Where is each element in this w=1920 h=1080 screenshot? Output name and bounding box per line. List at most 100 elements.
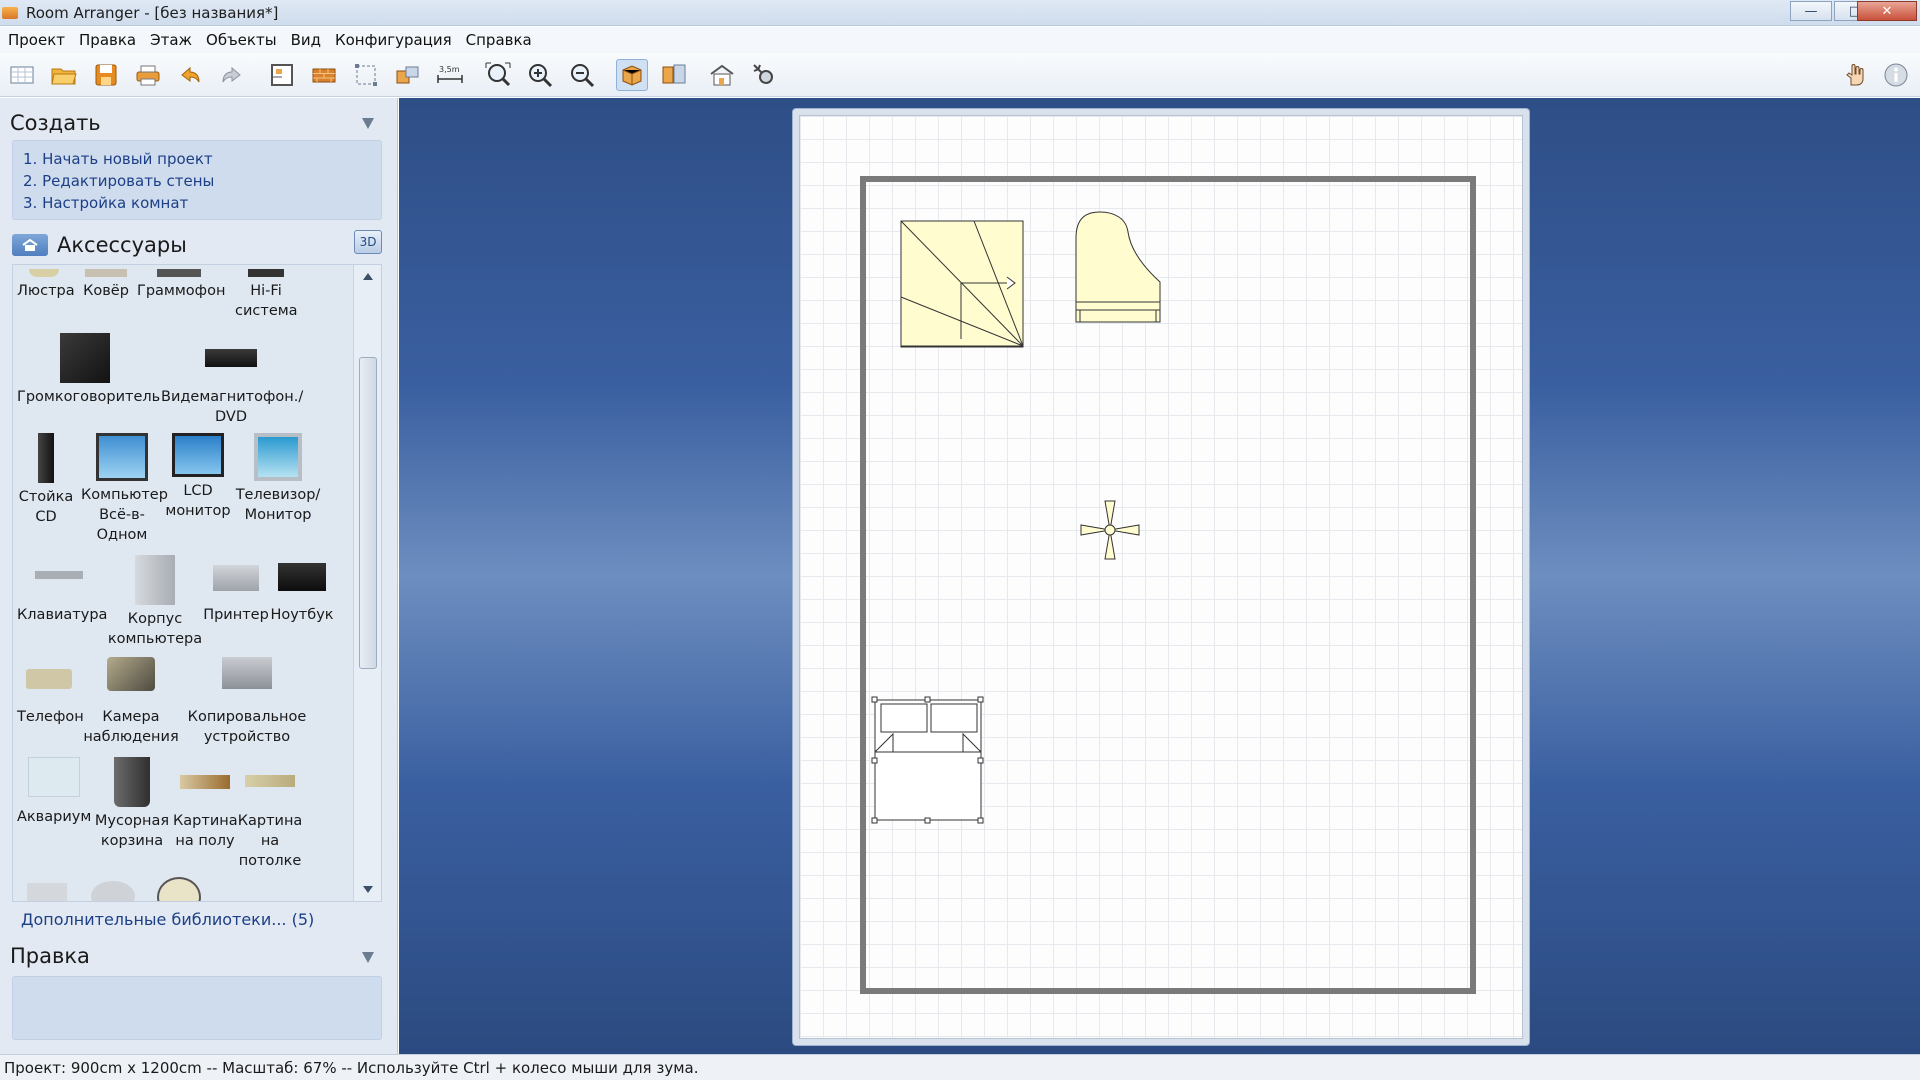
info-button[interactable] xyxy=(1880,59,1912,91)
step-edit-walls[interactable]: 2. Редактировать стены xyxy=(23,170,371,192)
item-label: Принтер xyxy=(203,607,269,623)
collapse-create-icon[interactable] xyxy=(362,118,374,129)
app-icon xyxy=(2,6,18,19)
library-item-lcd-monitor[interactable]: LCD монитор xyxy=(163,433,233,521)
library-item-copier[interactable]: Копировальное устройство xyxy=(183,657,311,747)
save-icon xyxy=(95,64,117,86)
library-item-carpet[interactable]: Ковёр xyxy=(81,269,131,301)
house-3d-button[interactable] xyxy=(706,59,738,91)
wall-icon xyxy=(312,68,336,83)
wall-button[interactable] xyxy=(308,59,340,91)
sidebar: Создать 1. Начать новый проект 2. Редакт… xyxy=(0,98,398,1054)
piano-object[interactable] xyxy=(1074,210,1162,324)
library-item-chandelier[interactable]: Люстра xyxy=(17,269,75,301)
objects-button[interactable] xyxy=(392,59,424,91)
library-item-trash-bin[interactable]: Мусорная корзина xyxy=(91,757,173,851)
library-button[interactable] xyxy=(658,59,690,91)
view-3d-button[interactable]: 3D xyxy=(354,230,382,254)
zoom-fit-icon xyxy=(485,62,511,87)
library-item-all-in-one[interactable]: Компьютер Всё-в- Одном xyxy=(81,433,168,545)
library-item-keyboard[interactable]: Клавиатура xyxy=(17,555,107,625)
copier-thumbnail xyxy=(222,657,272,689)
undo-button[interactable] xyxy=(174,59,206,91)
carpet-thumbnail xyxy=(85,269,127,277)
select-area-button[interactable] xyxy=(350,59,382,91)
house-3d-icon xyxy=(710,64,734,86)
item-label: Люстра xyxy=(17,283,75,299)
library-item-pc-case[interactable]: Корпус компьютера xyxy=(107,555,203,649)
menu-configuration[interactable]: Конфигурация xyxy=(335,31,452,49)
library-item-cd-rack[interactable]: Стойка CD xyxy=(17,433,75,527)
measure-button[interactable]: 3,5m xyxy=(434,59,466,91)
library-item-hifi[interactable]: Hi-Fi система xyxy=(235,269,298,321)
step-room-settings[interactable]: 3. Настройка комнат xyxy=(23,192,371,214)
library-item-printer[interactable]: Принтер xyxy=(203,555,269,625)
paper-sheet[interactable] xyxy=(799,115,1523,1039)
menu-floor[interactable]: Этаж xyxy=(150,31,192,49)
scroll-up-icon[interactable] xyxy=(363,273,373,280)
more-libraries-link[interactable]: Дополнительные библиотеки... (5) xyxy=(21,910,314,929)
menu-project[interactable]: Проект xyxy=(8,31,65,49)
library-item-gramophone[interactable]: Граммофон xyxy=(137,269,225,301)
library-item-vcr-dvd[interactable]: Видемагнитофон./ DVD xyxy=(161,333,304,427)
redo-icon xyxy=(222,66,241,83)
print-button[interactable] xyxy=(132,59,164,91)
library-item-ceiling-picture[interactable]: Картина на потолке xyxy=(237,757,303,871)
menu-view[interactable]: Вид xyxy=(291,31,321,49)
settings-icon xyxy=(753,64,773,84)
menu-help[interactable]: Справка xyxy=(466,31,532,49)
measure-icon: 3,5m xyxy=(437,65,463,83)
trash-bin-thumbnail xyxy=(114,757,150,807)
zoom-out-button[interactable] xyxy=(566,59,598,91)
laptop-thumbnail xyxy=(278,563,326,591)
menu-edit[interactable]: Правка xyxy=(79,31,136,49)
collapse-edit-icon[interactable] xyxy=(362,952,374,963)
close-control: ✕ xyxy=(1857,1,1917,23)
cd-rack-thumbnail xyxy=(38,433,54,483)
menu-objects[interactable]: Объекты xyxy=(206,31,277,49)
measure-label: 3,5m xyxy=(439,65,460,74)
steps-box: 1. Начать новый проект 2. Редактировать … xyxy=(12,140,382,220)
save-button[interactable] xyxy=(90,59,122,91)
bed-object[interactable] xyxy=(869,694,987,826)
zoom-fit-button[interactable] xyxy=(482,59,514,91)
window-title: Room Arranger - [без названия*] xyxy=(26,3,279,22)
hand-icon xyxy=(1846,64,1864,86)
zoom-in-button[interactable] xyxy=(524,59,556,91)
room-plan-button[interactable] xyxy=(266,59,298,91)
library-panel: Люстра Ковёр Граммофон Hi-Fi система Гро… xyxy=(12,264,382,902)
library-item-phone[interactable]: Телефон xyxy=(17,657,84,727)
all-in-one-thumbnail xyxy=(96,433,148,481)
staircase-object[interactable] xyxy=(900,220,1024,348)
library-scrollbar[interactable] xyxy=(353,265,381,901)
ceiling-fan-object[interactable] xyxy=(1078,498,1142,562)
room-outline[interactable] xyxy=(860,176,1476,994)
settings-button[interactable] xyxy=(748,59,780,91)
minimize-button[interactable]: — xyxy=(1790,1,1832,21)
design-canvas[interactable] xyxy=(399,98,1920,1054)
item-label: Картина на потолке xyxy=(237,813,303,869)
hand-button[interactable] xyxy=(1838,59,1870,91)
category-header[interactable]: Аксессуары xyxy=(12,230,382,260)
open-folder-icon xyxy=(51,68,77,85)
close-button[interactable]: ✕ xyxy=(1857,1,1917,21)
library-item-loudspeaker[interactable]: Громкоговоритель xyxy=(17,333,160,407)
new-project-icon xyxy=(10,66,34,84)
library-item-floor-picture[interactable]: Картина на полу xyxy=(173,757,238,851)
library-item-tv-monitor[interactable]: Телевизор/ Монитор xyxy=(235,433,321,525)
library-item-laptop[interactable]: Ноутбук xyxy=(269,555,335,625)
library-item-cctv-camera[interactable]: Камера наблюдения xyxy=(81,657,181,747)
new-project-button[interactable] xyxy=(6,59,38,91)
box-3d-button[interactable] xyxy=(616,59,648,91)
open-button[interactable] xyxy=(48,59,80,91)
step-new-project[interactable]: 1. Начать новый проект xyxy=(23,148,371,170)
scroll-thumb[interactable] xyxy=(359,357,377,669)
aquarium-thumbnail xyxy=(28,757,80,797)
library-item-aquarium[interactable]: Аквариум xyxy=(17,757,91,827)
category-title: Аксессуары xyxy=(57,233,187,257)
redo-button[interactable] xyxy=(216,59,248,91)
gramophone-thumbnail xyxy=(157,269,201,277)
item-label: Компьютер Всё-в- Одном xyxy=(81,487,168,543)
item-label: Видемагнитофон./ DVD xyxy=(161,389,304,425)
scroll-down-icon[interactable] xyxy=(363,886,373,893)
